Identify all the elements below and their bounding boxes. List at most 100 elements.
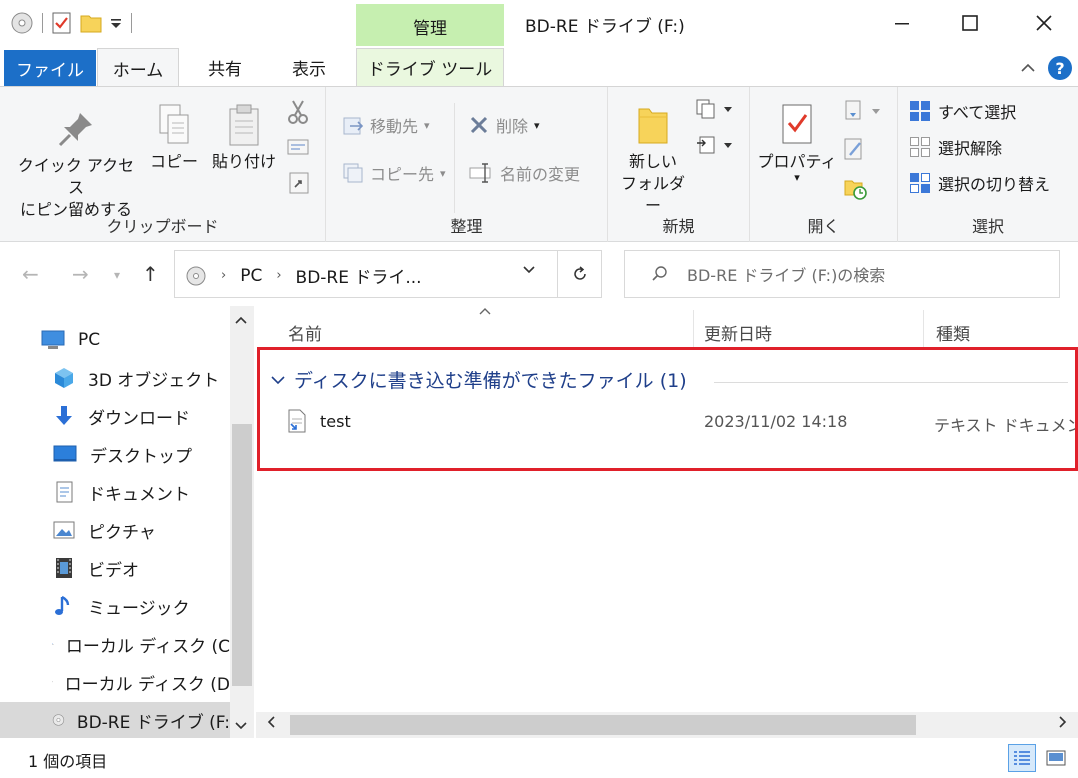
drive-icon[interactable]	[10, 11, 34, 35]
copy-button[interactable]: コピー	[146, 103, 202, 173]
horizontal-scrollbar-thumb[interactable]	[290, 715, 916, 735]
minimize-icon	[895, 23, 909, 25]
edit-icon[interactable]	[842, 137, 866, 161]
rename-button[interactable]: 名前の変更	[468, 161, 580, 185]
column-divider[interactable]	[923, 310, 924, 350]
desktop-icon	[53, 445, 77, 462]
breadcrumb-item-pc[interactable]: PC	[240, 266, 262, 286]
help-area: ?	[1020, 56, 1072, 80]
organize-group-label: 整理	[450, 217, 483, 236]
nav-item-videos[interactable]: ビデオ	[0, 550, 230, 586]
move-to-button[interactable]: 移動先 ▾	[342, 113, 430, 137]
scroll-down-icon[interactable]	[234, 720, 248, 735]
minimize-button[interactable]	[872, 6, 932, 40]
new-folder-icon[interactable]	[79, 11, 103, 35]
nav-item-3d-objects[interactable]: 3D オブジェクト	[0, 360, 230, 396]
pin-quick-access-button[interactable]: クイック アクセス にピン留めする	[12, 109, 140, 221]
select-all-icon	[910, 101, 930, 121]
breadcrumb-separator-icon: ›	[276, 268, 282, 283]
search-placeholder: BD-RE ドライブ (F:)の検索	[687, 266, 886, 285]
properties-button[interactable]: プロパティ ▾	[754, 101, 840, 183]
tab-view[interactable]: 表示	[274, 48, 344, 86]
column-header-modified[interactable]: 更新日時	[704, 320, 772, 345]
tab-share[interactable]: 共有	[190, 48, 260, 86]
search-icon	[652, 266, 667, 281]
clipboard-group-label: クリップボード	[106, 217, 219, 236]
select-all-button[interactable]: すべて選択	[908, 99, 1016, 123]
rename-icon	[469, 163, 491, 183]
scroll-up-icon[interactable]	[234, 314, 248, 329]
history-icon[interactable]	[842, 175, 868, 201]
nav-item-pc[interactable]: PC	[0, 322, 230, 358]
pin-icon	[58, 113, 92, 147]
details-view-icon	[1014, 751, 1030, 765]
nav-item-local-disk-c[interactable]: ローカル ディスク (C	[0, 626, 230, 662]
collapse-ribbon-icon[interactable]	[1020, 62, 1036, 74]
dropdown-arrow-icon: ▾	[440, 166, 446, 180]
details-view-button[interactable]	[1008, 744, 1036, 772]
scroll-left-icon[interactable]	[266, 715, 276, 733]
nav-item-desktop[interactable]: デスクトップ	[0, 436, 230, 472]
help-icon[interactable]: ?	[1048, 56, 1072, 80]
organize-divider	[454, 103, 455, 213]
close-button[interactable]	[1014, 6, 1074, 40]
easy-access-icon[interactable]	[694, 133, 734, 157]
quick-access-toolbar	[10, 8, 134, 38]
recent-locations-icon[interactable]: ▾	[114, 268, 120, 282]
breadcrumb-item-drive[interactable]: BD-RE ドライ...	[296, 263, 422, 288]
paste-button[interactable]: 貼り付け	[206, 103, 282, 173]
dropdown-arrow-icon: ▾	[534, 118, 540, 132]
dropdown-arrow-icon: ▾	[424, 118, 430, 132]
back-arrow-icon[interactable]: ←	[22, 262, 39, 286]
nav-item-bd-drive[interactable]: BD-RE ドライブ (F:	[0, 702, 230, 738]
paste-shortcut-icon[interactable]	[288, 171, 310, 195]
forward-arrow-icon[interactable]: →	[72, 262, 89, 286]
customize-toolbar-icon[interactable]	[109, 16, 123, 30]
delete-icon	[470, 116, 488, 134]
horizontal-scrollbar[interactable]	[256, 712, 1078, 738]
copy-path-icon[interactable]	[286, 137, 310, 157]
tab-drive-tools[interactable]: ドライブ ツール	[356, 48, 504, 86]
search-input[interactable]: BD-RE ドライブ (F:)の検索	[624, 250, 1060, 298]
properties-large-icon	[782, 104, 812, 144]
tab-file[interactable]: ファイル	[4, 50, 96, 86]
address-dropdown-icon[interactable]	[521, 261, 537, 281]
local-disk-d-icon	[52, 681, 53, 683]
address-bar[interactable]: › PC › BD-RE ドライ...	[174, 250, 602, 298]
new-folder-button[interactable]: 新しい フォルダー	[616, 101, 690, 217]
dropdown-arrow-icon: ▾	[794, 171, 800, 184]
download-icon	[56, 406, 72, 425]
delete-button[interactable]: 削除 ▾	[468, 113, 540, 137]
ribbon: クイック アクセス にピン留めする コピー 貼り付け クリップボード 移動先 ▾	[0, 86, 1078, 243]
navigation-scrollbar-thumb[interactable]	[232, 424, 252, 686]
nav-item-pictures[interactable]: ピクチャ	[0, 512, 230, 548]
copy-to-button[interactable]: コピー先 ▾	[342, 161, 446, 185]
cut-icon[interactable]	[286, 99, 310, 125]
nav-item-downloads[interactable]: ダウンロード	[0, 398, 230, 434]
new-item-icon[interactable]	[694, 97, 734, 121]
column-divider[interactable]	[693, 310, 694, 350]
documents-icon	[56, 481, 73, 503]
nav-item-music[interactable]: ミュージック	[0, 588, 230, 624]
pictures-icon	[53, 521, 75, 539]
pc-icon	[41, 330, 65, 349]
maximize-button[interactable]	[940, 6, 1000, 40]
nav-item-documents[interactable]: ドキュメント	[0, 474, 230, 510]
item-count: 1 個の項目	[28, 752, 108, 771]
up-arrow-icon[interactable]: ↑	[142, 262, 159, 286]
nav-item-local-disk-d[interactable]: ローカル ディスク (D	[0, 664, 230, 700]
select-group-label: 選択	[971, 217, 1004, 236]
large-icons-view-button[interactable]	[1042, 744, 1070, 772]
title-bar: 管理 BD-RE ドライブ (F:)	[0, 0, 1078, 48]
select-none-button[interactable]: 選択解除	[908, 135, 1002, 159]
invert-selection-button[interactable]: 選択の切り替え	[908, 171, 1050, 195]
tab-home[interactable]: ホーム	[97, 48, 179, 87]
scroll-right-icon[interactable]	[1058, 715, 1068, 733]
column-header-name[interactable]: 名前	[288, 320, 322, 345]
open-icon[interactable]	[842, 99, 882, 123]
open-group-label: 開く	[807, 217, 840, 236]
column-header-type[interactable]: 種類	[936, 320, 970, 345]
navigation-scrollbar[interactable]	[230, 306, 254, 738]
refresh-button[interactable]	[557, 251, 601, 297]
properties-icon[interactable]	[51, 11, 73, 35]
